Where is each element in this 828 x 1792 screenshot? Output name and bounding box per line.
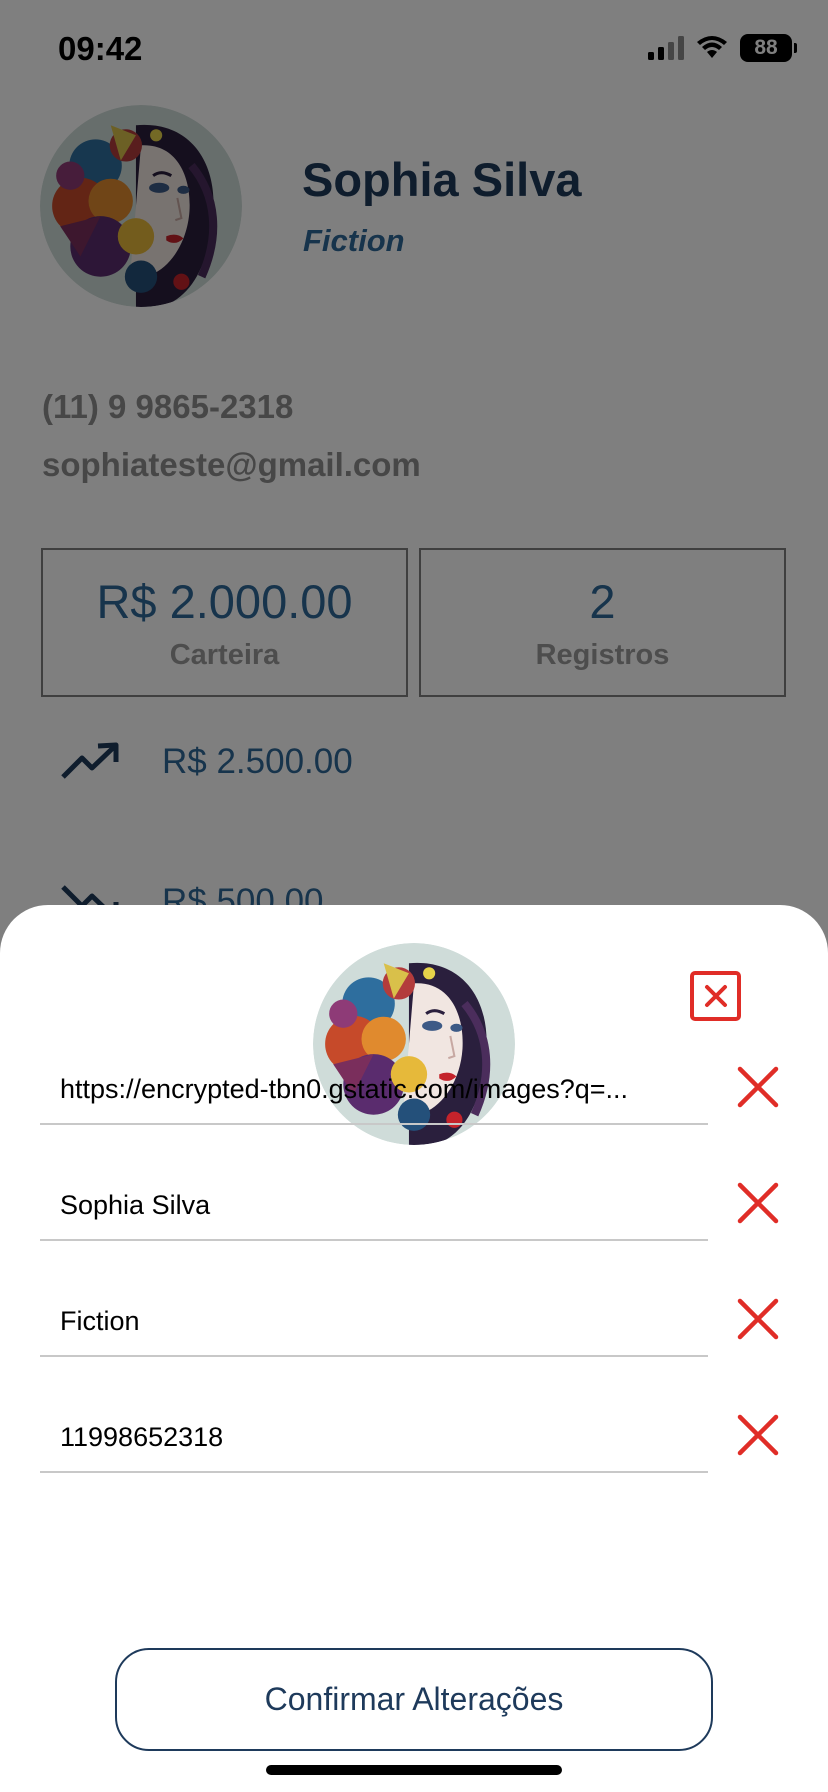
x-icon[interactable]	[734, 1063, 782, 1111]
x-icon[interactable]	[734, 1411, 782, 1459]
edit-profile-sheet: Confirmar Alterações	[0, 905, 828, 1792]
close-button[interactable]	[690, 971, 741, 1021]
x-icon[interactable]	[734, 1295, 782, 1343]
phone-input[interactable]	[40, 1403, 708, 1473]
name-input[interactable]	[40, 1171, 708, 1241]
image-url-row	[40, 1055, 808, 1125]
phone-row	[40, 1403, 808, 1473]
home-indicator	[266, 1765, 562, 1775]
x-icon[interactable]	[734, 1179, 782, 1227]
genre-input[interactable]	[40, 1287, 708, 1357]
close-box-icon	[704, 985, 727, 1007]
image-url-input[interactable]	[40, 1055, 708, 1125]
confirm-changes-button[interactable]: Confirmar Alterações	[115, 1648, 713, 1751]
genre-row	[40, 1287, 808, 1357]
name-row	[40, 1171, 808, 1241]
